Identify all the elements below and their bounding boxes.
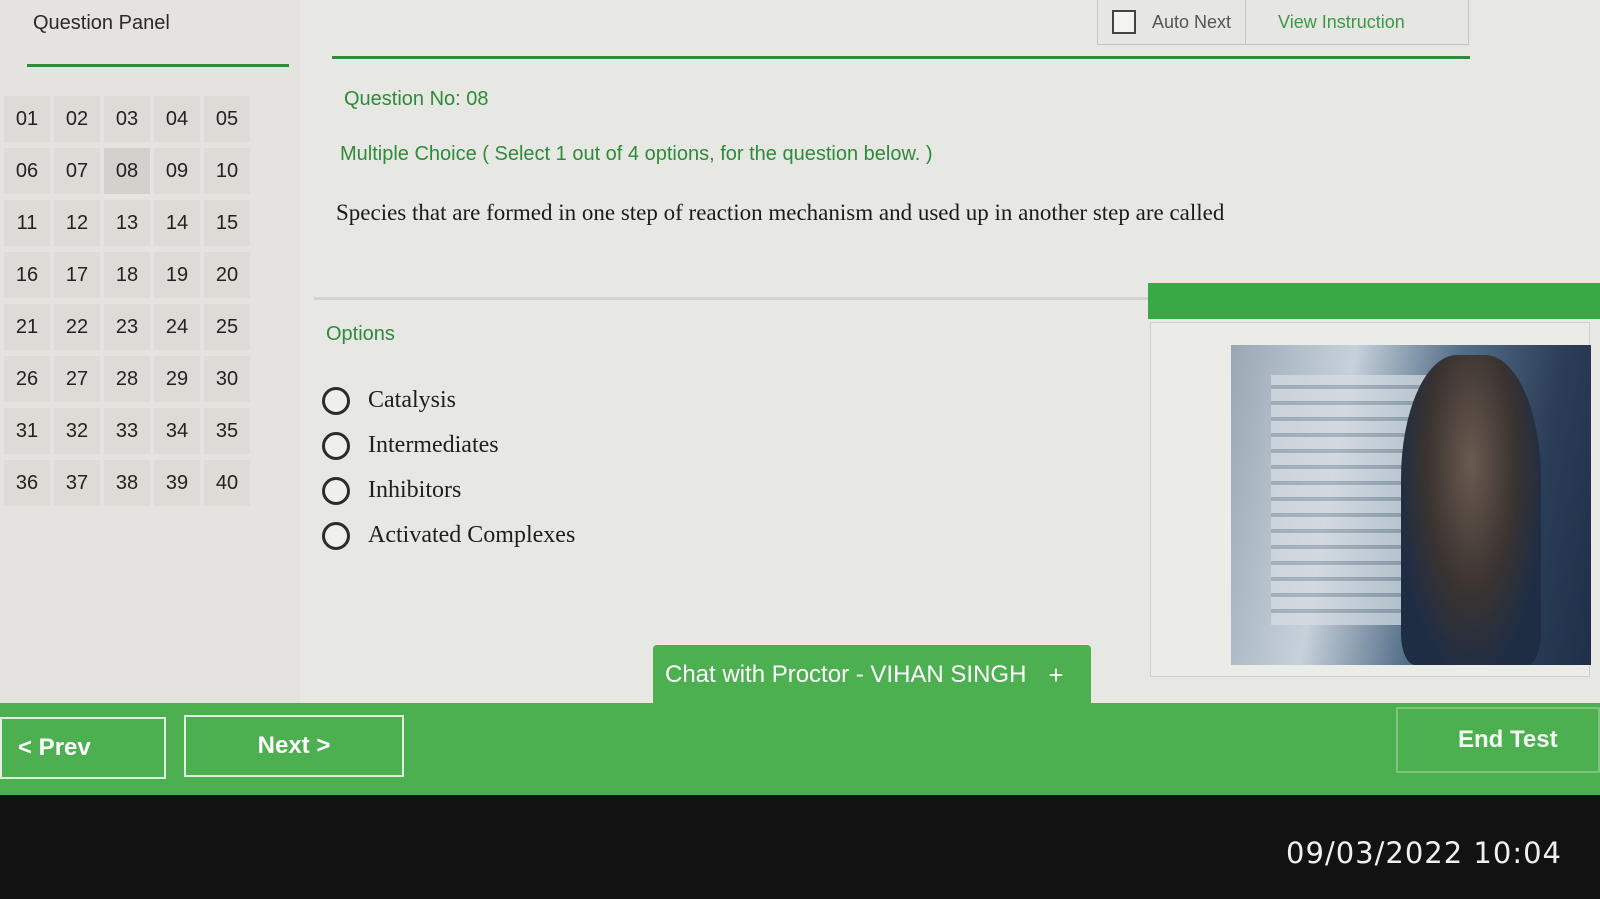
question-button-19[interactable]: 19 — [154, 252, 200, 298]
question-button-35[interactable]: 35 — [204, 408, 250, 454]
auto-next-toggle[interactable]: Auto Next — [1098, 0, 1247, 44]
question-button-33[interactable]: 33 — [104, 408, 150, 454]
question-text: Species that are formed in one step of r… — [336, 200, 1225, 225]
question-button-04[interactable]: 04 — [154, 96, 200, 142]
chat-with-proctor-tab[interactable]: Chat with Proctor - VIHAN SINGH + — [653, 645, 1091, 705]
question-number: Question No: 08 — [344, 88, 489, 110]
question-type: Multiple Choice ( Select 1 out of 4 opti… — [340, 143, 933, 165]
question-button-10[interactable]: 10 — [204, 148, 250, 194]
question-button-25[interactable]: 25 — [204, 304, 250, 350]
radio-button[interactable] — [322, 431, 350, 460]
question-panel: Question Panel 01 02 03 04 05 06 07 08 09 10 11 12 1… — [0, 0, 300, 705]
panel-divider — [27, 64, 289, 67]
top-toolbar: Auto Next View Instruction — [1097, 0, 1469, 45]
question-button-11[interactable]: 11 — [4, 200, 50, 246]
question-button-24[interactable]: 24 — [154, 304, 200, 350]
question-button-02[interactable]: 02 — [54, 96, 100, 142]
photo-timestamp: 09/03/2022 10:04 — [1286, 836, 1562, 870]
question-button-05[interactable]: 05 — [204, 96, 250, 142]
question-button-31[interactable]: 31 — [4, 408, 50, 454]
question-button-23[interactable]: 23 — [104, 304, 150, 350]
auto-next-label: Auto Next — [1152, 11, 1232, 32]
prev-button[interactable]: < Prev — [0, 717, 166, 779]
question-button-36[interactable]: 36 — [4, 460, 50, 506]
question-button-12[interactable]: 12 — [54, 200, 100, 246]
question-button-32[interactable]: 32 — [54, 408, 100, 454]
question-button-09[interactable]: 09 — [154, 148, 200, 194]
question-grid: 01 02 03 04 05 06 07 08 09 10 11 12 13 14 15 16 17 18 19 20… — [4, 96, 264, 506]
question-button-20[interactable]: 20 — [204, 252, 250, 298]
options-title: Options — [326, 323, 395, 345]
question-button-29[interactable]: 29 — [154, 356, 200, 402]
question-button-17[interactable]: 17 — [54, 252, 100, 298]
webcam-panel — [1150, 322, 1591, 677]
view-instruction-link[interactable]: View Instruction — [1246, 12, 1405, 33]
question-button-01[interactable]: 01 — [4, 96, 50, 142]
main-divider — [332, 56, 1470, 59]
option-label: Catalysis — [368, 387, 456, 413]
next-button[interactable]: Next > — [184, 715, 404, 777]
end-test-button[interactable]: End Test — [1396, 707, 1600, 773]
question-button-37[interactable]: 37 — [54, 460, 100, 506]
option-activated-complexes[interactable]: Activated Complexes — [322, 513, 575, 558]
option-intermediates[interactable]: Intermediates — [322, 423, 575, 468]
question-button-21[interactable]: 21 — [4, 304, 50, 350]
question-button-22[interactable]: 22 — [54, 304, 100, 350]
option-inhibitors[interactable]: Inhibitors — [322, 468, 575, 513]
question-button-08[interactable]: 08 — [104, 148, 150, 194]
question-button-07[interactable]: 07 — [54, 148, 100, 194]
question-button-14[interactable]: 14 — [154, 200, 200, 246]
radio-button[interactable] — [322, 521, 350, 550]
question-button-34[interactable]: 34 — [154, 408, 200, 454]
option-label: Activated Complexes — [368, 522, 576, 548]
question-button-13[interactable]: 13 — [104, 200, 150, 246]
option-label: Intermediates — [368, 432, 499, 458]
options-divider — [314, 297, 1154, 300]
question-button-40[interactable]: 40 — [204, 460, 250, 506]
radio-button[interactable] — [322, 386, 350, 415]
question-button-03[interactable]: 03 — [104, 96, 150, 142]
auto-next-checkbox[interactable] — [1112, 10, 1136, 34]
webcam-header — [1148, 283, 1600, 319]
option-label: Inhibitors — [368, 477, 462, 503]
question-button-28[interactable]: 28 — [104, 356, 150, 402]
radio-button[interactable] — [322, 476, 350, 505]
webcam-person — [1401, 355, 1541, 665]
question-button-15[interactable]: 15 — [204, 200, 250, 246]
chat-label: Chat with Proctor - VIHAN SINGH — [665, 661, 1027, 688]
bottom-nav-bar: < Prev Next > End Test — [0, 703, 1600, 795]
question-button-26[interactable]: 26 — [4, 356, 50, 402]
webcam-feed — [1231, 345, 1591, 665]
question-button-27[interactable]: 27 — [54, 356, 100, 402]
question-button-06[interactable]: 06 — [4, 148, 50, 194]
options-list: Catalysis Intermediates Inhibitors Activ… — [322, 378, 575, 558]
plus-icon[interactable]: + — [1048, 660, 1063, 691]
question-button-38[interactable]: 38 — [104, 460, 150, 506]
question-button-18[interactable]: 18 — [104, 252, 150, 298]
question-button-30[interactable]: 30 — [204, 356, 250, 402]
option-catalysis[interactable]: Catalysis — [322, 378, 575, 423]
question-button-39[interactable]: 39 — [154, 460, 200, 506]
question-panel-title: Question Panel — [33, 12, 170, 34]
question-button-16[interactable]: 16 — [4, 252, 50, 298]
